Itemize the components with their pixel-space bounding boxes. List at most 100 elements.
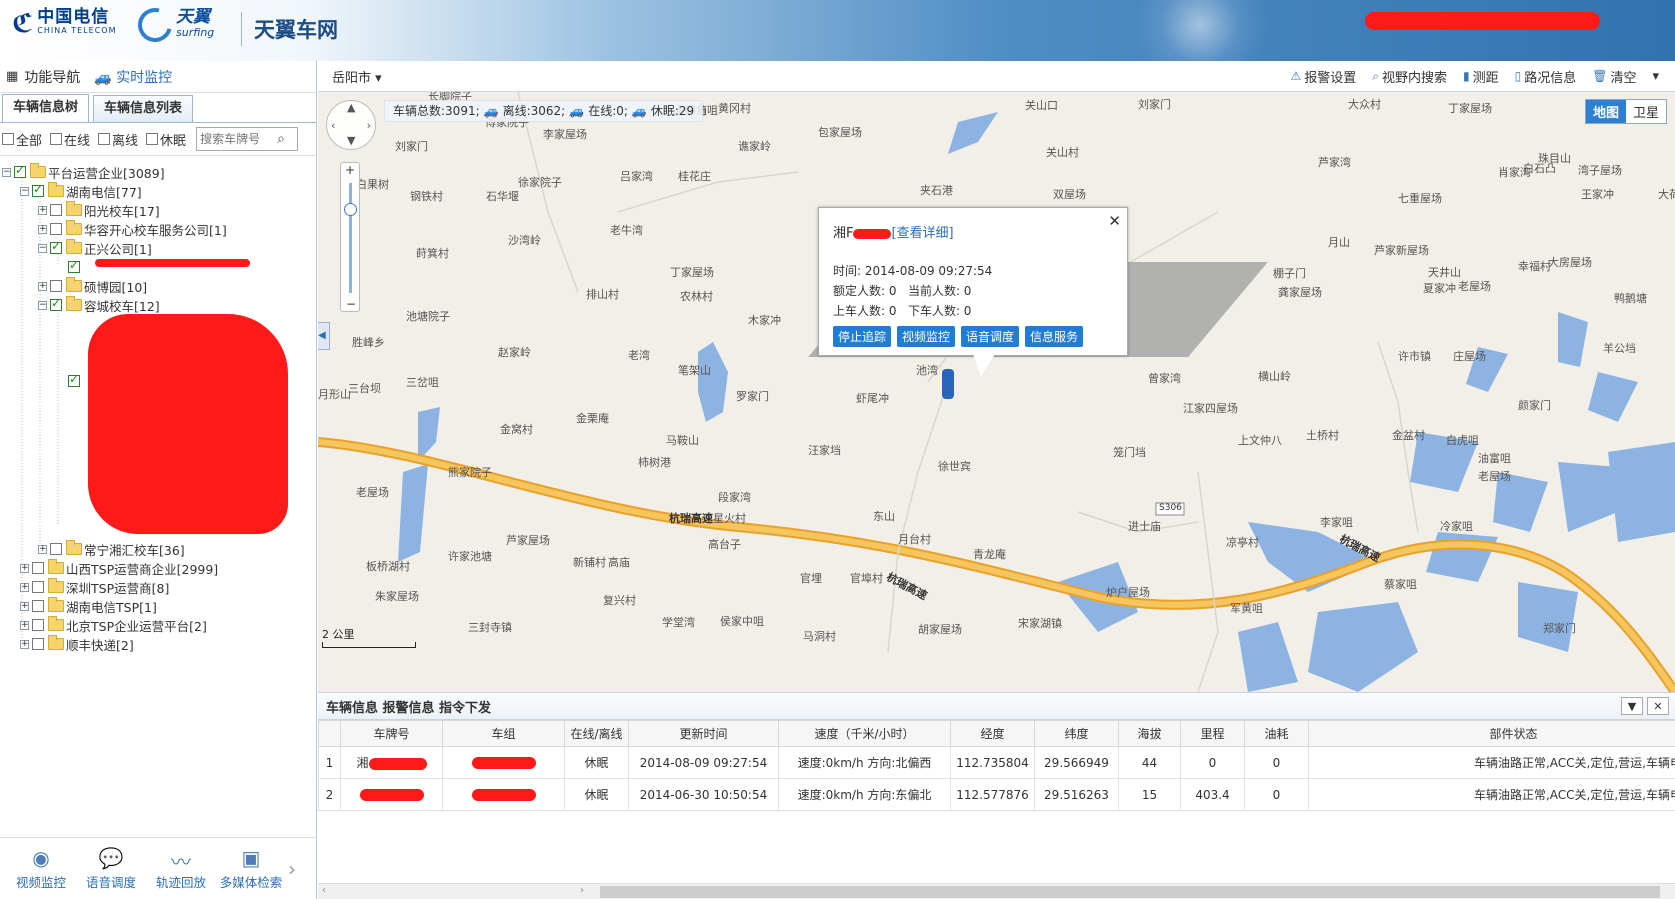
- search-icon[interactable]: ⌕: [277, 131, 285, 147]
- expand-icon[interactable]: +: [38, 205, 47, 215]
- measure-tool[interactable]: ▮ 测距: [1463, 67, 1499, 86]
- chevron-right-icon[interactable]: ›: [288, 857, 296, 881]
- tree-node[interactable]: − 容城校车[12]: [38, 295, 160, 315]
- info-service-button[interactable]: 信息服务: [1025, 326, 1084, 347]
- table-row[interactable]: 1 湘 休眠 2014-08-09 09:27:54 速度:0km/h 方向:北…: [318, 746, 1675, 779]
- tree-node[interactable]: + 湖南电信TSP[1]: [20, 596, 157, 616]
- realtime-monitor-link[interactable]: 🚙 实时监控: [94, 67, 172, 87]
- tree-checkbox[interactable]: [32, 182, 44, 197]
- expand-icon[interactable]: +: [20, 639, 29, 649]
- expand-icon[interactable]: +: [20, 582, 29, 592]
- close-icon[interactable]: ✕: [1108, 212, 1121, 230]
- tree-checkbox[interactable]: [32, 581, 44, 593]
- collapse-left-panel-handle[interactable]: ◀: [318, 322, 330, 350]
- tree-checkbox[interactable]: [32, 619, 44, 631]
- filter-offline[interactable]: 离线: [98, 130, 138, 149]
- tree-checkbox[interactable]: [50, 239, 62, 254]
- tree-node[interactable]: − 平台运营企业[3089]: [2, 162, 165, 182]
- zoom-slider-handle[interactable]: [344, 203, 357, 216]
- toolbar-more[interactable]: ▾: [1652, 67, 1659, 86]
- tree-vehicle-node[interactable]: [68, 371, 82, 391]
- scroll-left-icon[interactable]: ‹: [322, 885, 326, 896]
- collapse-icon[interactable]: −: [38, 300, 47, 310]
- collapse-icon[interactable]: −: [38, 243, 47, 253]
- tree-vehicle-node[interactable]: [68, 257, 82, 277]
- scroll-right-icon[interactable]: ›: [580, 885, 584, 896]
- table-header[interactable]: 油耗: [1244, 720, 1309, 747]
- table-header[interactable]: 更新时间: [628, 720, 779, 747]
- tab-vehicle-list[interactable]: 车辆信息列表: [93, 95, 194, 122]
- tree-checkbox[interactable]: [32, 600, 44, 612]
- tree-checkbox[interactable]: [68, 258, 80, 273]
- filter-offline-checkbox[interactable]: [98, 133, 111, 145]
- tree-node[interactable]: − 湖南电信[77]: [20, 181, 142, 201]
- voice-dispatch-popup-button[interactable]: 语音调度: [961, 326, 1020, 347]
- table-header[interactable]: 经度: [950, 720, 1035, 747]
- table-header[interactable]: 车组: [442, 720, 565, 747]
- table-header[interactable]: 车牌号: [340, 720, 443, 747]
- map-type-satellite[interactable]: 卫星: [1625, 100, 1666, 123]
- tree-node[interactable]: + 深圳TSP运营商[8]: [20, 577, 169, 597]
- clear-tool[interactable]: 🗑 清空: [1592, 67, 1636, 86]
- zoom-track[interactable]: [349, 183, 352, 293]
- tree-checkbox[interactable]: [68, 372, 80, 387]
- tree-checkbox[interactable]: [50, 280, 62, 292]
- video-monitor-button[interactable]: ◉ 视频监控: [6, 846, 76, 891]
- table-header[interactable]: 速度（千米/小时）: [778, 720, 951, 747]
- table-header[interactable]: 部件状态: [1308, 720, 1675, 747]
- media-search-button[interactable]: ▣ 多媒体检索: [216, 846, 286, 891]
- filter-online[interactable]: 在线: [50, 130, 90, 149]
- map-type-map[interactable]: 地图: [1585, 100, 1626, 123]
- tree-checkbox[interactable]: [32, 562, 44, 574]
- tree-node[interactable]: + 山西TSP运营商企业[2999]: [20, 558, 218, 578]
- tree-node[interactable]: + 顺丰快递[2]: [20, 634, 134, 654]
- map-pan-control[interactable]: ▲ ‹ › ▼: [326, 100, 376, 150]
- tree-checkbox[interactable]: [50, 204, 62, 216]
- tree-node[interactable]: + 华容开心校车服务公司[1]: [38, 219, 227, 239]
- plate-search-input[interactable]: [197, 132, 278, 146]
- alarm-settings-tool[interactable]: ⚠ 报警设置: [1290, 67, 1356, 86]
- table-header[interactable]: 纬度: [1034, 720, 1119, 747]
- tree-checkbox[interactable]: [14, 163, 26, 178]
- stop-tracking-button[interactable]: 停止追踪: [833, 326, 892, 347]
- tree-checkbox[interactable]: [50, 296, 62, 311]
- filter-sleep[interactable]: 休眠: [146, 130, 186, 149]
- func-nav-link[interactable]: 功能导航: [24, 67, 80, 87]
- collapse-icon[interactable]: −: [20, 186, 29, 196]
- tree-checkbox[interactable]: [32, 638, 44, 650]
- tree-node[interactable]: + 硕博园[10]: [38, 276, 147, 296]
- expand-icon[interactable]: +: [38, 281, 47, 291]
- table-header[interactable]: 里程: [1180, 720, 1245, 747]
- tree-node[interactable]: + 常宁湘汇校车[36]: [38, 539, 185, 559]
- tree-node[interactable]: − 正兴公司[1]: [38, 238, 152, 258]
- view-search-tool[interactable]: ⌕ 视野内搜索: [1372, 67, 1447, 86]
- zoom-out-icon[interactable]: −: [346, 297, 356, 311]
- collapse-icon[interactable]: −: [2, 167, 11, 177]
- filter-all[interactable]: 全部: [2, 130, 42, 149]
- voice-dispatch-button[interactable]: 💬 语音调度: [76, 846, 146, 891]
- pan-right-icon[interactable]: ›: [367, 119, 371, 132]
- video-monitor-popup-button[interactable]: 视频监控: [897, 326, 956, 347]
- track-playback-button[interactable]: 〰轨迹回放: [146, 846, 216, 891]
- expand-icon[interactable]: +: [20, 563, 29, 573]
- pan-left-icon[interactable]: ‹: [331, 119, 335, 132]
- close-panel-icon[interactable]: ✕: [1647, 697, 1669, 715]
- zoom-in-icon[interactable]: +: [345, 163, 355, 177]
- collapse-panel-icon[interactable]: ▼: [1621, 697, 1643, 715]
- filter-all-checkbox[interactable]: [2, 133, 14, 145]
- pan-down-icon[interactable]: ▼: [347, 134, 355, 147]
- filter-sleep-checkbox[interactable]: [146, 133, 159, 145]
- filter-online-checkbox[interactable]: [50, 133, 63, 145]
- table-row[interactable]: 2 休眠 2014-06-30 10:50:54 速度:0km/h 方向:东偏北…: [318, 778, 1675, 811]
- table-header[interactable]: 海拔: [1118, 720, 1181, 747]
- scroll-thumb[interactable]: [600, 886, 1660, 898]
- bottom-panel-title[interactable]: 车辆信息 报警信息 指令下发: [326, 697, 491, 716]
- map-canvas[interactable]: 子南角刘家门大众村丁家屋场关山口长脚院子傅家院子李家屋场刘家门谯家岭包家屋场关山…: [318, 92, 1675, 692]
- horizontal-scrollbar[interactable]: ‹ ›: [318, 883, 1675, 899]
- traffic-tool[interactable]: ▯ 路况信息: [1515, 67, 1577, 86]
- pan-up-icon[interactable]: ▲: [347, 101, 355, 114]
- expand-icon[interactable]: +: [20, 620, 29, 630]
- expand-icon[interactable]: +: [20, 601, 29, 611]
- table-header[interactable]: 在线/离线: [564, 720, 629, 747]
- expand-icon[interactable]: +: [38, 544, 47, 554]
